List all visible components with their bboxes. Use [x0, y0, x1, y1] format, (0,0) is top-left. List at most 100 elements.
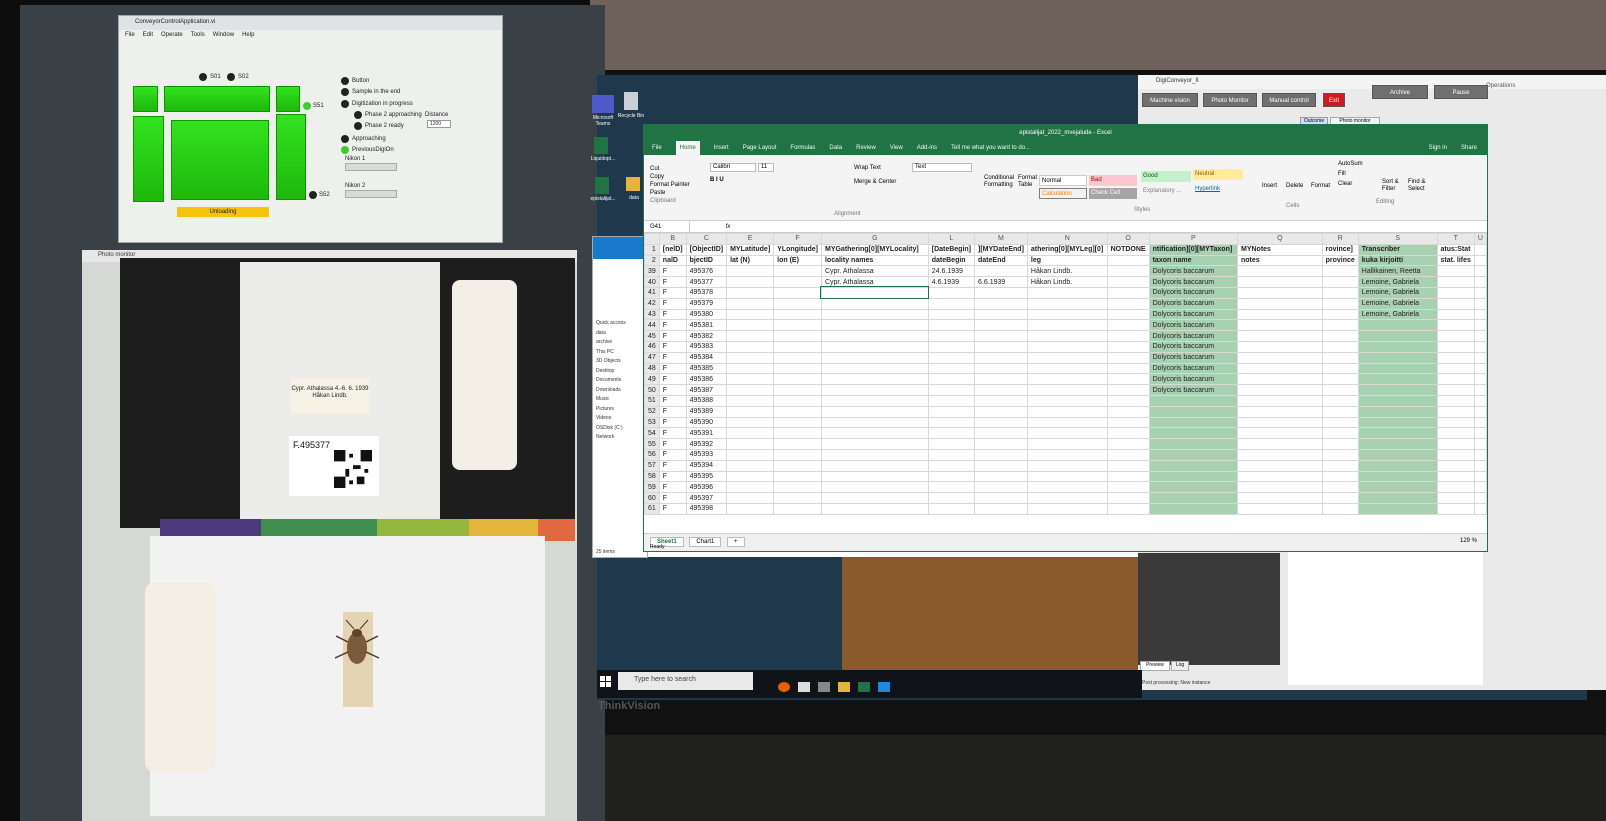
table-cell[interactable]: [1026, 448, 1108, 461]
table-cell[interactable]: [773, 351, 822, 364]
row-header[interactable]: 59: [644, 481, 660, 494]
row-header[interactable]: 51: [644, 394, 660, 407]
column-header[interactable]: S: [1357, 233, 1438, 245]
table-cell[interactable]: [1106, 330, 1150, 342]
table-cell[interactable]: [1106, 286, 1150, 299]
table-cell[interactable]: 495397: [685, 492, 728, 504]
taskbar-search-input[interactable]: Type here to search: [618, 672, 753, 690]
table-cell[interactable]: [1436, 276, 1475, 288]
table-cell[interactable]: [1436, 448, 1475, 461]
table-cell[interactable]: [726, 405, 775, 418]
table-cell[interactable]: [820, 470, 929, 483]
table-cell[interactable]: [820, 286, 930, 300]
folder-icon[interactable]: [626, 177, 640, 191]
table-cell[interactable]: [726, 340, 775, 353]
table-cell[interactable]: [1357, 492, 1438, 504]
style-calculation[interactable]: Calculation: [1039, 188, 1087, 199]
table-cell[interactable]: 495377: [685, 276, 728, 288]
table-cell[interactable]: [974, 330, 1028, 342]
style-neutral[interactable]: Neutral: [1193, 169, 1243, 180]
table-cell[interactable]: Dolycoris baccarum: [1148, 362, 1239, 375]
table-cell[interactable]: [1357, 448, 1438, 461]
table-cell[interactable]: [1473, 319, 1487, 332]
table-cell[interactable]: [726, 373, 775, 386]
table-cell[interactable]: [927, 492, 976, 504]
menu-tools[interactable]: Tools: [191, 32, 205, 40]
table-cell[interactable]: [1321, 308, 1359, 321]
table-cell[interactable]: [1026, 286, 1108, 299]
table-cell[interactable]: [974, 481, 1028, 494]
table-cell[interactable]: 6.6.1939: [974, 276, 1028, 288]
table-cell[interactable]: [726, 351, 775, 364]
header-cell[interactable]: lat (N): [726, 254, 775, 267]
format-cells-button[interactable]: Format: [1311, 183, 1330, 189]
table-cell[interactable]: Dolycoris baccarum: [1148, 340, 1239, 353]
table-cell[interactable]: [1357, 373, 1438, 386]
table-cell[interactable]: [927, 330, 976, 342]
row-header[interactable]: 43: [644, 308, 660, 321]
table-cell[interactable]: [1026, 340, 1108, 353]
table-cell[interactable]: [1436, 394, 1475, 407]
archive-button[interactable]: Archive: [1372, 85, 1428, 99]
table-cell[interactable]: [820, 384, 929, 396]
pause-button[interactable]: Pause: [1434, 85, 1488, 99]
table-cell[interactable]: F: [658, 438, 687, 450]
row-header[interactable]: 42: [644, 297, 660, 310]
table-cell[interactable]: [1026, 351, 1108, 364]
table-cell[interactable]: [927, 416, 976, 429]
nav-item[interactable]: data: [596, 329, 644, 339]
table-cell[interactable]: [1026, 459, 1108, 472]
table-cell[interactable]: [773, 265, 822, 278]
table-cell[interactable]: [1237, 459, 1323, 472]
style-bad[interactable]: Bad: [1089, 175, 1137, 186]
format-painter-button[interactable]: Format Painter: [650, 181, 690, 189]
table-cell[interactable]: [773, 492, 822, 504]
table-cell[interactable]: [974, 340, 1028, 353]
column-header[interactable]: U: [1473, 233, 1487, 245]
table-cell[interactable]: [1436, 481, 1475, 494]
table-cell[interactable]: [773, 502, 822, 515]
header-cell[interactable]: dateEnd: [974, 254, 1028, 267]
table-cell[interactable]: [820, 394, 929, 407]
header-cell[interactable]: stat. lifes: [1436, 254, 1475, 267]
table-cell[interactable]: [820, 416, 929, 429]
table-cell[interactable]: Dolycoris baccarum: [1148, 373, 1239, 386]
table-cell[interactable]: [1106, 492, 1150, 504]
table-cell[interactable]: [1357, 384, 1438, 396]
table-cell[interactable]: Dolycoris baccarum: [1148, 351, 1239, 364]
table-cell[interactable]: [1473, 265, 1487, 278]
table-cell[interactable]: [726, 265, 775, 278]
table-cell[interactable]: F: [658, 502, 687, 515]
header-cell[interactable]: kuka kirjoitti: [1357, 254, 1438, 267]
table-cell[interactable]: [773, 373, 822, 386]
table-cell[interactable]: [974, 448, 1028, 461]
table-cell[interactable]: F: [658, 297, 687, 310]
clear-button[interactable]: Clear: [1338, 179, 1363, 189]
header-cell[interactable]: [1473, 254, 1487, 267]
column-header[interactable]: T: [1436, 233, 1475, 245]
table-cell[interactable]: 495398: [685, 502, 728, 515]
table-cell[interactable]: [1473, 405, 1487, 418]
column-header[interactable]: G: [820, 233, 929, 245]
table-cell[interactable]: [1237, 351, 1323, 364]
table-cell[interactable]: [927, 373, 976, 386]
table-cell[interactable]: [820, 297, 929, 310]
row-header[interactable]: 50: [644, 384, 660, 396]
table-cell[interactable]: [1148, 470, 1239, 483]
header-cell[interactable]: notes: [1237, 254, 1323, 267]
table-cell[interactable]: [1321, 481, 1359, 494]
table-cell[interactable]: [1473, 384, 1487, 396]
row-header[interactable]: 39: [644, 265, 660, 278]
header-cell[interactable]: ntification][0][MYTaxon]: [1148, 243, 1239, 256]
table-cell[interactable]: [1473, 351, 1487, 364]
table-cell[interactable]: [820, 481, 929, 494]
table-cell[interactable]: [1321, 340, 1359, 353]
table-cell[interactable]: [974, 492, 1028, 504]
header-cell[interactable]: rovince]: [1321, 243, 1359, 256]
table-cell[interactable]: Dolycoris baccarum: [1148, 330, 1239, 342]
table-cell[interactable]: [1148, 492, 1239, 504]
table-cell[interactable]: [927, 502, 976, 515]
table-cell[interactable]: [1436, 405, 1475, 418]
table-cell[interactable]: [1321, 405, 1359, 418]
table-cell[interactable]: F: [658, 459, 687, 472]
